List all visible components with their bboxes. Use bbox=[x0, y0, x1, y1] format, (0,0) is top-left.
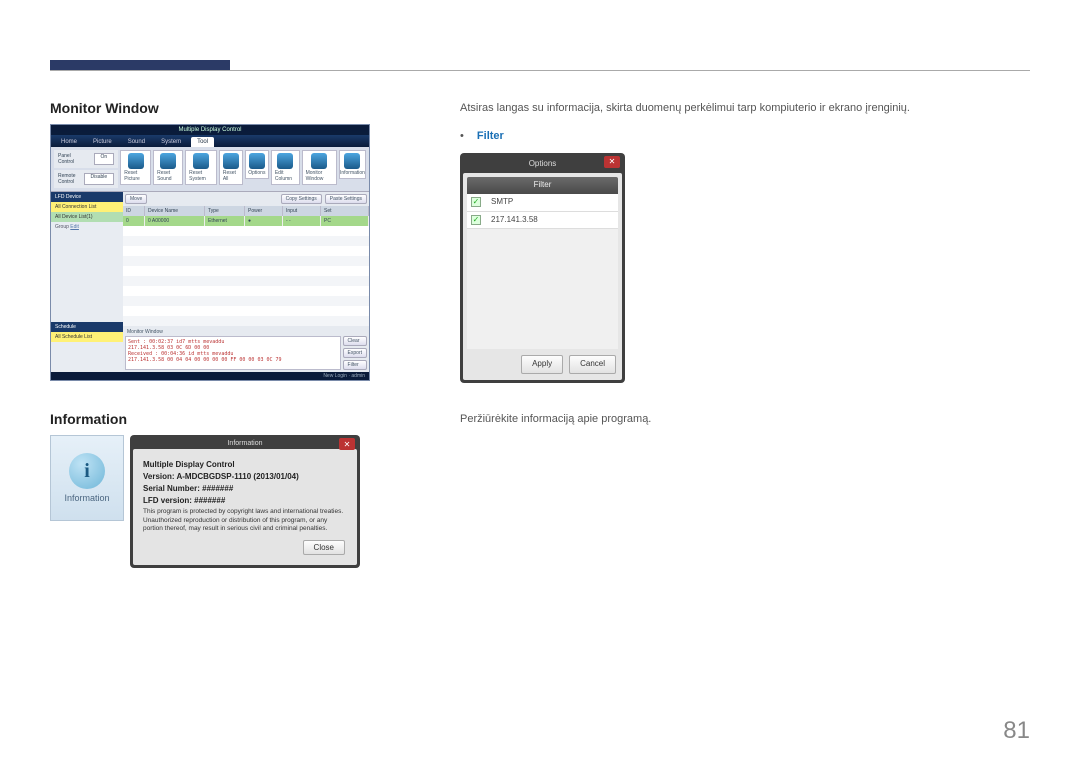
info-dialog-title: Information bbox=[227, 440, 262, 447]
tool-monitor-window-label: Monitor Window bbox=[306, 170, 333, 182]
information-dialog: Information ✕ Multiple Display Control V… bbox=[130, 435, 360, 568]
filter-row-label: SMTP bbox=[491, 196, 513, 209]
tool-options-label: Options bbox=[248, 170, 265, 176]
mdc-tabs: Home Picture Sound System Tool bbox=[51, 135, 369, 147]
info-icon-label: Information bbox=[64, 493, 109, 503]
tab-tool[interactable]: Tool bbox=[191, 137, 214, 147]
filter-row-label: 217.141.3.58 bbox=[491, 214, 538, 227]
mdc-title: Multiple Display Control bbox=[51, 125, 369, 135]
info-serial: Serial Number: ####### bbox=[143, 484, 347, 493]
table-row[interactable]: 0 0 A00000 Ethernet ● - - PC bbox=[123, 216, 369, 226]
mdc-sidebar: LFD Device All Connection List All Devic… bbox=[51, 192, 123, 372]
tool-edit-column[interactable]: Edit Column bbox=[271, 150, 300, 185]
tool-monitor-window[interactable]: Monitor Window bbox=[302, 150, 337, 185]
info-version: Version: A-MDCBGDSP-1110 (2013/01/04) bbox=[143, 472, 347, 481]
bullet-icon: • bbox=[460, 130, 464, 142]
apply-button[interactable]: Apply bbox=[521, 355, 563, 374]
th-set: Set bbox=[321, 206, 369, 216]
cell-power: ● bbox=[245, 216, 283, 226]
monitor-log: Sent : 00:02:37 id7 mtts mevaddu 217.141… bbox=[125, 336, 341, 370]
options-title: Options bbox=[529, 158, 557, 171]
info-copyright: This program is protected by copyright l… bbox=[143, 508, 347, 533]
remote-control-label: Remote Control bbox=[58, 173, 76, 185]
remote-control-select[interactable]: Disable bbox=[84, 173, 115, 185]
filter-empty-area bbox=[467, 229, 618, 349]
check-icon[interactable]: ✓ bbox=[471, 215, 481, 225]
th-id: ID bbox=[123, 206, 145, 216]
info-program-name: Multiple Display Control bbox=[143, 460, 347, 469]
th-input: Input bbox=[283, 206, 321, 216]
side-all-device[interactable]: All Device List(1) bbox=[51, 212, 123, 222]
filter-heading: Filter bbox=[477, 128, 504, 146]
header-accent bbox=[50, 60, 230, 70]
info-glyph: i bbox=[84, 460, 90, 483]
side-schedule-header: Schedule bbox=[51, 322, 123, 332]
cell-name: 0 A00000 bbox=[145, 216, 205, 226]
page-number: 81 bbox=[1003, 717, 1030, 745]
tab-picture[interactable]: Picture bbox=[87, 137, 118, 147]
mdc-app-screenshot: Multiple Display Control Home Picture So… bbox=[50, 124, 370, 381]
paste-settings-button[interactable]: Paste Settings bbox=[325, 194, 367, 204]
filter-row[interactable]: ✓ SMTP bbox=[467, 194, 618, 212]
tab-system[interactable]: System bbox=[155, 137, 187, 147]
filter-col-header: Filter bbox=[467, 177, 618, 194]
tool-reset-sound[interactable]: Reset Sound bbox=[153, 150, 183, 185]
header-rule bbox=[50, 70, 1030, 71]
move-button[interactable]: Move bbox=[125, 194, 147, 204]
mdc-footer: New Login · admin bbox=[51, 372, 369, 380]
information-desc: Peržiūrėkite informaciją apie programą. bbox=[460, 411, 1030, 429]
options-dialog: Options ✕ Filter ✓ SMTP ✓ 217.141.3.58 App… bbox=[460, 153, 625, 383]
cell-type: Ethernet bbox=[205, 216, 245, 226]
info-lfd-version: LFD version: ####### bbox=[143, 496, 347, 505]
tool-reset-picture[interactable]: Reset Picture bbox=[120, 150, 151, 185]
close-icon[interactable]: ✕ bbox=[339, 438, 355, 450]
tab-home[interactable]: Home bbox=[55, 137, 83, 147]
filter-row[interactable]: ✓ 217.141.3.58 bbox=[467, 212, 618, 230]
cell-input: - - bbox=[283, 216, 321, 226]
info-icon: i bbox=[69, 453, 105, 489]
panel-control-label: Panel Control bbox=[58, 153, 86, 165]
th-power: Power bbox=[245, 206, 283, 216]
tool-reset-system[interactable]: Reset System bbox=[185, 150, 217, 185]
mdc-main: Move Copy Settings Paste Settings ID Dev… bbox=[123, 192, 369, 372]
information-heading: Information bbox=[50, 411, 400, 427]
side-all-connection[interactable]: All Connection List bbox=[51, 202, 123, 212]
side-all-schedule[interactable]: All Schedule List bbox=[51, 332, 123, 342]
tool-edit-column-label: Edit Column bbox=[275, 170, 296, 182]
copy-settings-button[interactable]: Copy Settings bbox=[281, 194, 322, 204]
export-button[interactable]: Export bbox=[343, 348, 367, 358]
tool-information-label: Information bbox=[340, 170, 365, 176]
cancel-button[interactable]: Cancel bbox=[569, 355, 616, 374]
information-tool-icon-box[interactable]: i Information bbox=[50, 435, 124, 521]
monitor-window-desc: Atsiras langas su informacija, skirta du… bbox=[460, 100, 1030, 118]
monitor-window-heading: Monitor Window bbox=[50, 100, 400, 116]
monitor-window-label: Monitor Window bbox=[125, 328, 367, 336]
tool-reset-all[interactable]: Reset All bbox=[219, 150, 243, 185]
panel-control-select[interactable]: On bbox=[94, 153, 115, 165]
check-icon[interactable]: ✓ bbox=[471, 197, 481, 207]
tool-reset-all-label: Reset All bbox=[223, 170, 239, 182]
mdc-toolbar: Panel Control On Remote Control Disable … bbox=[51, 147, 369, 192]
tab-sound[interactable]: Sound bbox=[122, 137, 151, 147]
table-head: ID Device Name Type Power Input Set bbox=[123, 206, 369, 216]
side-lfd-header: LFD Device bbox=[51, 192, 123, 202]
side-group: Group bbox=[55, 224, 69, 230]
tool-reset-system-label: Reset System bbox=[189, 170, 213, 182]
tool-options[interactable]: Options bbox=[245, 150, 269, 179]
side-edit-link[interactable]: Edit bbox=[70, 224, 79, 230]
tool-reset-picture-label: Reset Picture bbox=[124, 170, 147, 182]
close-icon[interactable]: ✕ bbox=[604, 156, 620, 168]
clear-button[interactable]: Clear bbox=[343, 336, 367, 346]
cell-set: PC bbox=[321, 216, 369, 226]
tool-information[interactable]: Information bbox=[339, 150, 366, 179]
cell-id: 0 bbox=[123, 216, 145, 226]
table-empty-rows bbox=[123, 226, 369, 326]
tool-reset-sound-label: Reset Sound bbox=[157, 170, 179, 182]
filter-button[interactable]: Filter bbox=[343, 360, 367, 370]
close-button[interactable]: Close bbox=[303, 540, 345, 555]
th-type: Type bbox=[205, 206, 245, 216]
mon-line-4: 217.141.3.58 00 04 04 00 00 00 00 FF 00 … bbox=[128, 357, 338, 363]
th-name: Device Name bbox=[145, 206, 205, 216]
